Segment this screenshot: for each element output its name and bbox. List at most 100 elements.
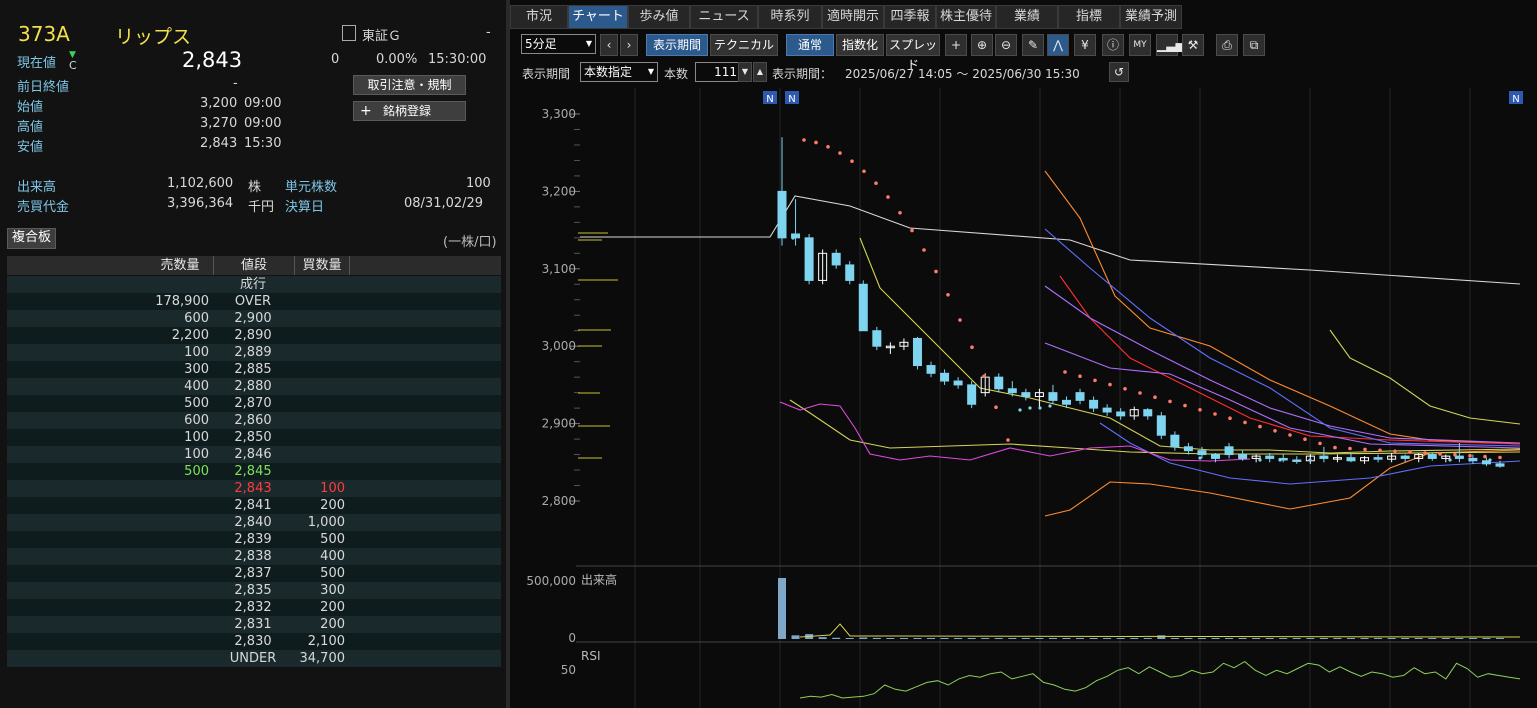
order-book-row[interactable]: 100 2,846 bbox=[7, 446, 501, 463]
settle-label: 決算日 bbox=[285, 200, 325, 215]
ma-white-line bbox=[580, 195, 1521, 285]
count-down-icon[interactable]: ▼ bbox=[738, 62, 752, 82]
order-book-row[interactable]: 178,900 OVER bbox=[7, 293, 501, 310]
count-input[interactable]: 111 bbox=[695, 62, 741, 82]
sar-dot bbox=[1168, 399, 1172, 404]
order-book: 成行 178,900 OVER 600 2,900 2,200 2,890 100 2,889 3… bbox=[7, 276, 501, 667]
order-book-row[interactable]: 100 2,850 bbox=[7, 429, 501, 446]
tab-10[interactable]: 業績予測 bbox=[1120, 5, 1182, 29]
crosshair-icon[interactable]: + bbox=[945, 34, 967, 56]
zoom-in-icon[interactable]: ⊕ bbox=[971, 34, 993, 56]
count-up-icon[interactable]: ▲ bbox=[753, 62, 767, 82]
tab-6[interactable]: 四季報 bbox=[884, 5, 936, 29]
quote-panel: 373A リップス 東証Ｇ - 現在値 ▼ C 2,843 0 0.00% 15… bbox=[0, 0, 506, 708]
candle-body bbox=[858, 283, 868, 332]
price: 2,835 bbox=[234, 583, 272, 598]
volume-profile-icon[interactable]: ▁▃▅ bbox=[1156, 34, 1185, 56]
sar-dot bbox=[1278, 458, 1282, 462]
order-book-row[interactable]: 100 2,889 bbox=[7, 344, 501, 361]
order-book-row[interactable]: 成行 bbox=[7, 276, 501, 293]
wrench-icon[interactable]: ⚒ bbox=[1182, 34, 1204, 56]
volume-bar bbox=[1008, 638, 1017, 639]
order-book-row[interactable]: 2,831 200 bbox=[7, 616, 501, 633]
order-book-row[interactable]: 400 2,880 bbox=[7, 378, 501, 395]
period-label: 表示期間 bbox=[522, 67, 571, 81]
order-book-row[interactable]: 2,843 100 bbox=[7, 480, 501, 497]
board-tab[interactable]: 複合板 bbox=[7, 228, 56, 249]
sar-dot bbox=[814, 140, 818, 145]
tab-5[interactable]: 適時開示 bbox=[822, 5, 884, 29]
sar-dot bbox=[1483, 454, 1487, 459]
chart-style-icon[interactable]: ⋀ bbox=[1047, 34, 1069, 56]
document-icon[interactable] bbox=[342, 25, 356, 41]
price: 2,839 bbox=[234, 532, 272, 547]
order-book-row[interactable]: 2,832 200 bbox=[7, 599, 501, 616]
candle-body bbox=[1102, 407, 1112, 413]
order-book-row[interactable]: 2,838 400 bbox=[7, 548, 501, 565]
tab-4[interactable]: 時系列 bbox=[758, 5, 822, 29]
order-book-row[interactable]: UNDER 34,700 bbox=[7, 650, 501, 667]
normal-button[interactable]: 通常 bbox=[786, 34, 834, 56]
chart-panel: 市況 チャート 歩み値 ニュース 時系列 適時開示 四季報 株主優待 業績 指標 業績予測 5分足 … bbox=[510, 0, 1537, 708]
volume-bar bbox=[1143, 638, 1152, 639]
yen-icon[interactable]: ¥ bbox=[1074, 34, 1096, 56]
sar-dot bbox=[898, 211, 902, 215]
price: 成行 bbox=[239, 277, 266, 292]
candle-body bbox=[994, 376, 1004, 390]
order-book-row[interactable]: 500 2,845 bbox=[7, 463, 501, 480]
order-book-row[interactable]: 300 2,885 bbox=[7, 361, 501, 378]
interval-select[interactable]: 5分足 ▼ bbox=[521, 34, 596, 54]
pencil-icon[interactable]: ✎ bbox=[1022, 34, 1044, 56]
volume-tick-label: 500,000 bbox=[526, 574, 576, 588]
sell-qty: 500 bbox=[184, 464, 209, 479]
order-book-row[interactable]: 2,835 300 bbox=[7, 582, 501, 599]
buy-qty: 2,100 bbox=[307, 634, 345, 649]
technical-button[interactable]: テクニカル bbox=[710, 34, 778, 56]
order-book-row[interactable]: 2,200 2,890 bbox=[7, 327, 501, 344]
volume-bar bbox=[1130, 638, 1139, 639]
tab-0[interactable]: 市況 bbox=[510, 5, 568, 29]
tab-2[interactable]: 歩み値 bbox=[628, 5, 690, 29]
spread-button[interactable]: スプレッド bbox=[886, 34, 940, 72]
volume-bar bbox=[994, 638, 1003, 639]
tab-9[interactable]: 指標 bbox=[1058, 5, 1120, 29]
index-button[interactable]: 指数化 bbox=[836, 34, 884, 56]
print-icon[interactable]: ⎙ bbox=[1216, 34, 1238, 56]
register-button[interactable]: + 銘柄登録 bbox=[353, 101, 466, 121]
period-button[interactable]: 表示期間 bbox=[646, 34, 708, 56]
popout-icon[interactable]: ⧉ bbox=[1243, 34, 1265, 56]
tab-7[interactable]: 株主優待 bbox=[936, 5, 996, 29]
order-book-row[interactable]: 500 2,870 bbox=[7, 395, 501, 412]
tab-3[interactable]: ニュース bbox=[690, 5, 758, 29]
sar-dot bbox=[1228, 416, 1232, 421]
buy-qty: 200 bbox=[320, 617, 345, 632]
caution-button[interactable]: 取引注意・規制 bbox=[353, 75, 466, 95]
buy-qty-header: 買数量 bbox=[295, 256, 350, 275]
tab-1[interactable]: チャート bbox=[568, 5, 628, 29]
volume-bar bbox=[913, 638, 922, 639]
sar-dot bbox=[1453, 453, 1457, 457]
order-book-row[interactable]: 2,840 1,000 bbox=[7, 514, 501, 531]
prev-arrow-icon[interactable]: ‹ bbox=[600, 34, 618, 56]
tab-8[interactable]: 業績 bbox=[996, 5, 1058, 29]
my-icon[interactable]: MY bbox=[1129, 34, 1151, 56]
next-arrow-icon[interactable]: › bbox=[620, 34, 638, 56]
period-mode-select[interactable]: 本数指定 ▼ bbox=[580, 62, 658, 82]
info-icon[interactable]: ⓘ bbox=[1102, 34, 1124, 56]
order-book-row[interactable]: 2,830 2,100 bbox=[7, 633, 501, 650]
volume-bar bbox=[1482, 638, 1491, 639]
zoom-out-icon[interactable]: ⊖ bbox=[995, 34, 1017, 56]
order-book-row[interactable]: 600 2,900 bbox=[7, 310, 501, 327]
open-time: 09:00 bbox=[244, 96, 282, 111]
candle-body bbox=[1373, 457, 1383, 460]
order-book-row[interactable]: 600 2,860 bbox=[7, 412, 501, 429]
reset-icon[interactable]: ↺ bbox=[1109, 62, 1129, 82]
volume-value: 1,102,600 bbox=[167, 176, 234, 191]
order-book-row[interactable]: 2,839 500 bbox=[7, 531, 501, 548]
volume-bar bbox=[940, 638, 949, 639]
price-chart[interactable]: 3,300 3,200 3,100 3,000 2,900 2,800 N N N 500,000… bbox=[510, 88, 1537, 708]
volume-bar bbox=[954, 638, 963, 639]
order-book-row[interactable]: 2,837 500 bbox=[7, 565, 501, 582]
volume-bar bbox=[1116, 638, 1125, 639]
order-book-row[interactable]: 2,841 200 bbox=[7, 497, 501, 514]
